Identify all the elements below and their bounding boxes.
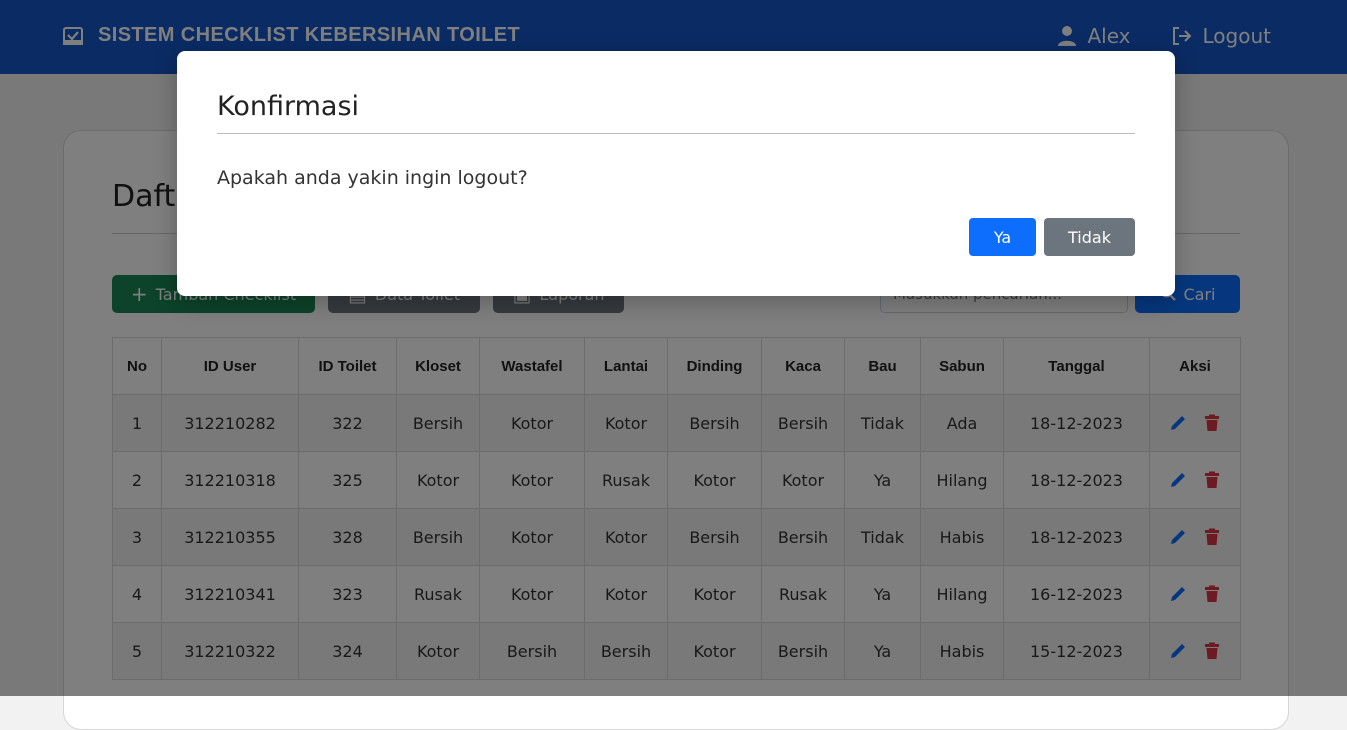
modal-title: Konfirmasi [217, 91, 360, 122]
cancel-no-button[interactable]: Tidak [1044, 218, 1135, 256]
logout-confirm-modal: Konfirmasi Apakah anda yakin ingin logou… [177, 51, 1175, 296]
modal-divider [217, 133, 1135, 134]
confirm-yes-button[interactable]: Ya [969, 218, 1036, 256]
modal-message: Apakah anda yakin ingin logout? [217, 167, 528, 189]
